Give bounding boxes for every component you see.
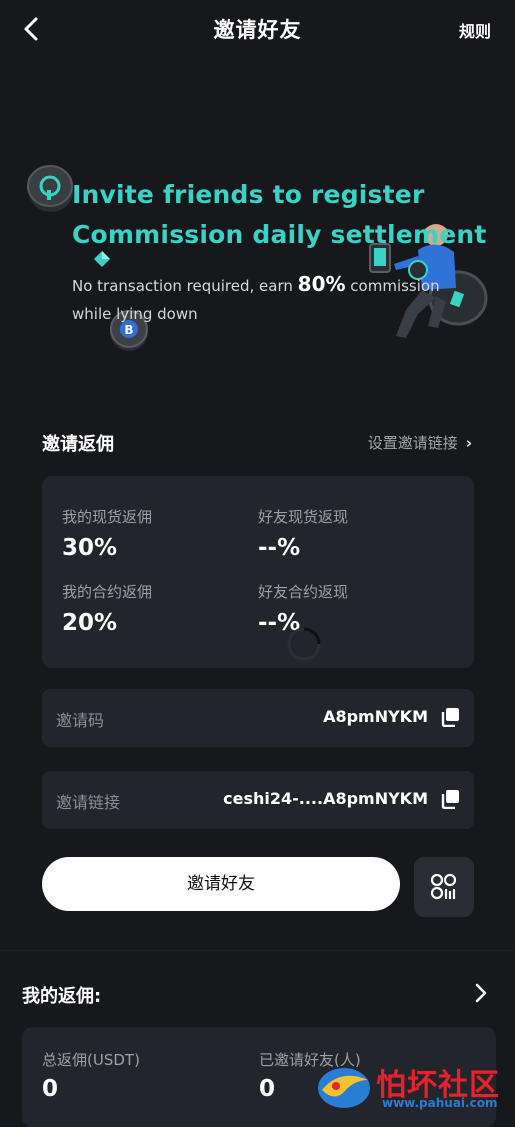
- total-rebate-label: 总返佣(USDT): [42, 1051, 140, 1069]
- stat-label: 好友现货返现: [258, 508, 349, 526]
- chevron-right-icon: ›: [465, 434, 472, 452]
- set-invite-link-button[interactable]: 设置邀请链接 ›: [368, 432, 472, 453]
- stat-value: 30%: [62, 535, 118, 561]
- friend-spot-cashback: 好友现货返现 --%: [258, 506, 348, 561]
- watermark-logo-icon: [318, 1068, 370, 1108]
- diamond-icon: [94, 251, 110, 267]
- rebate-stats-card: 我的现货返佣 30% 好友现货返现 --% 我的合约返佣 20% 好友合约返现 …: [42, 476, 474, 668]
- invite-code-value: A8pmNYKM: [323, 707, 428, 726]
- section-divider: [0, 950, 515, 951]
- copy-icon[interactable]: [440, 707, 460, 727]
- section-title: 邀请返佣: [42, 434, 114, 455]
- hero-banner: B Invite friends to register Commission …: [0, 150, 515, 360]
- my-rebate-header[interactable]: 我的返佣:: [22, 980, 492, 1010]
- stat-label: 好友合约返现: [258, 583, 349, 601]
- hero-sub-percent: 80%: [297, 272, 346, 296]
- loading-spinner-icon: [287, 627, 321, 661]
- stat-label: 我的合约返佣: [62, 583, 153, 601]
- invite-link-label: 邀请链接: [56, 793, 121, 812]
- coin-icon: [27, 165, 73, 212]
- stat-value: --%: [258, 535, 301, 561]
- poster-button[interactable]: [414, 857, 474, 917]
- stat-value: 20%: [62, 610, 118, 636]
- invite-link-value: ceshi24-....A8pmNYKM: [223, 789, 428, 808]
- hero-sub-prefix: No transaction required, earn: [72, 277, 298, 295]
- top-bar: 邀请好友 规则: [0, 0, 515, 58]
- invite-rebate-header: 邀请返佣 设置邀请链接 ›: [42, 428, 472, 458]
- watermark-url: www.pahuai.com: [382, 1096, 498, 1110]
- my-rebate-title: 我的返佣:: [22, 986, 102, 1007]
- poster-icon: [430, 873, 457, 900]
- chevron-right-icon[interactable]: [470, 980, 492, 1006]
- invite-code-row: 邀请码 A8pmNYKM: [42, 689, 474, 747]
- my-contract-rebate: 我的合约返佣 20%: [62, 581, 152, 636]
- hero-headline-1: Invite friends to register: [72, 180, 425, 209]
- page-title: 邀请好友: [213, 18, 302, 42]
- stat-label: 我的现货返佣: [62, 508, 153, 526]
- hero-headline-2: Commission daily settlement: [72, 220, 487, 249]
- hero-subtitle: No transaction required, earn 80% commis…: [72, 270, 452, 328]
- invite-link-row: 邀请链接 ceshi24-....A8pmNYKM: [42, 771, 474, 829]
- total-rebate: 总返佣(USDT) 0: [42, 1049, 140, 1102]
- copy-icon[interactable]: [440, 789, 460, 809]
- invite-code-label: 邀请码: [56, 711, 105, 730]
- total-rebate-value: 0: [42, 1076, 59, 1102]
- set-invite-link-label: 设置邀请链接: [367, 434, 458, 452]
- rules-link[interactable]: 规则: [459, 18, 491, 42]
- my-spot-rebate: 我的现货返佣 30%: [62, 506, 152, 561]
- invite-friends-button[interactable]: 邀请好友: [42, 857, 400, 911]
- watermark: 怕坏社区 www.pahuai.com: [314, 1058, 515, 1115]
